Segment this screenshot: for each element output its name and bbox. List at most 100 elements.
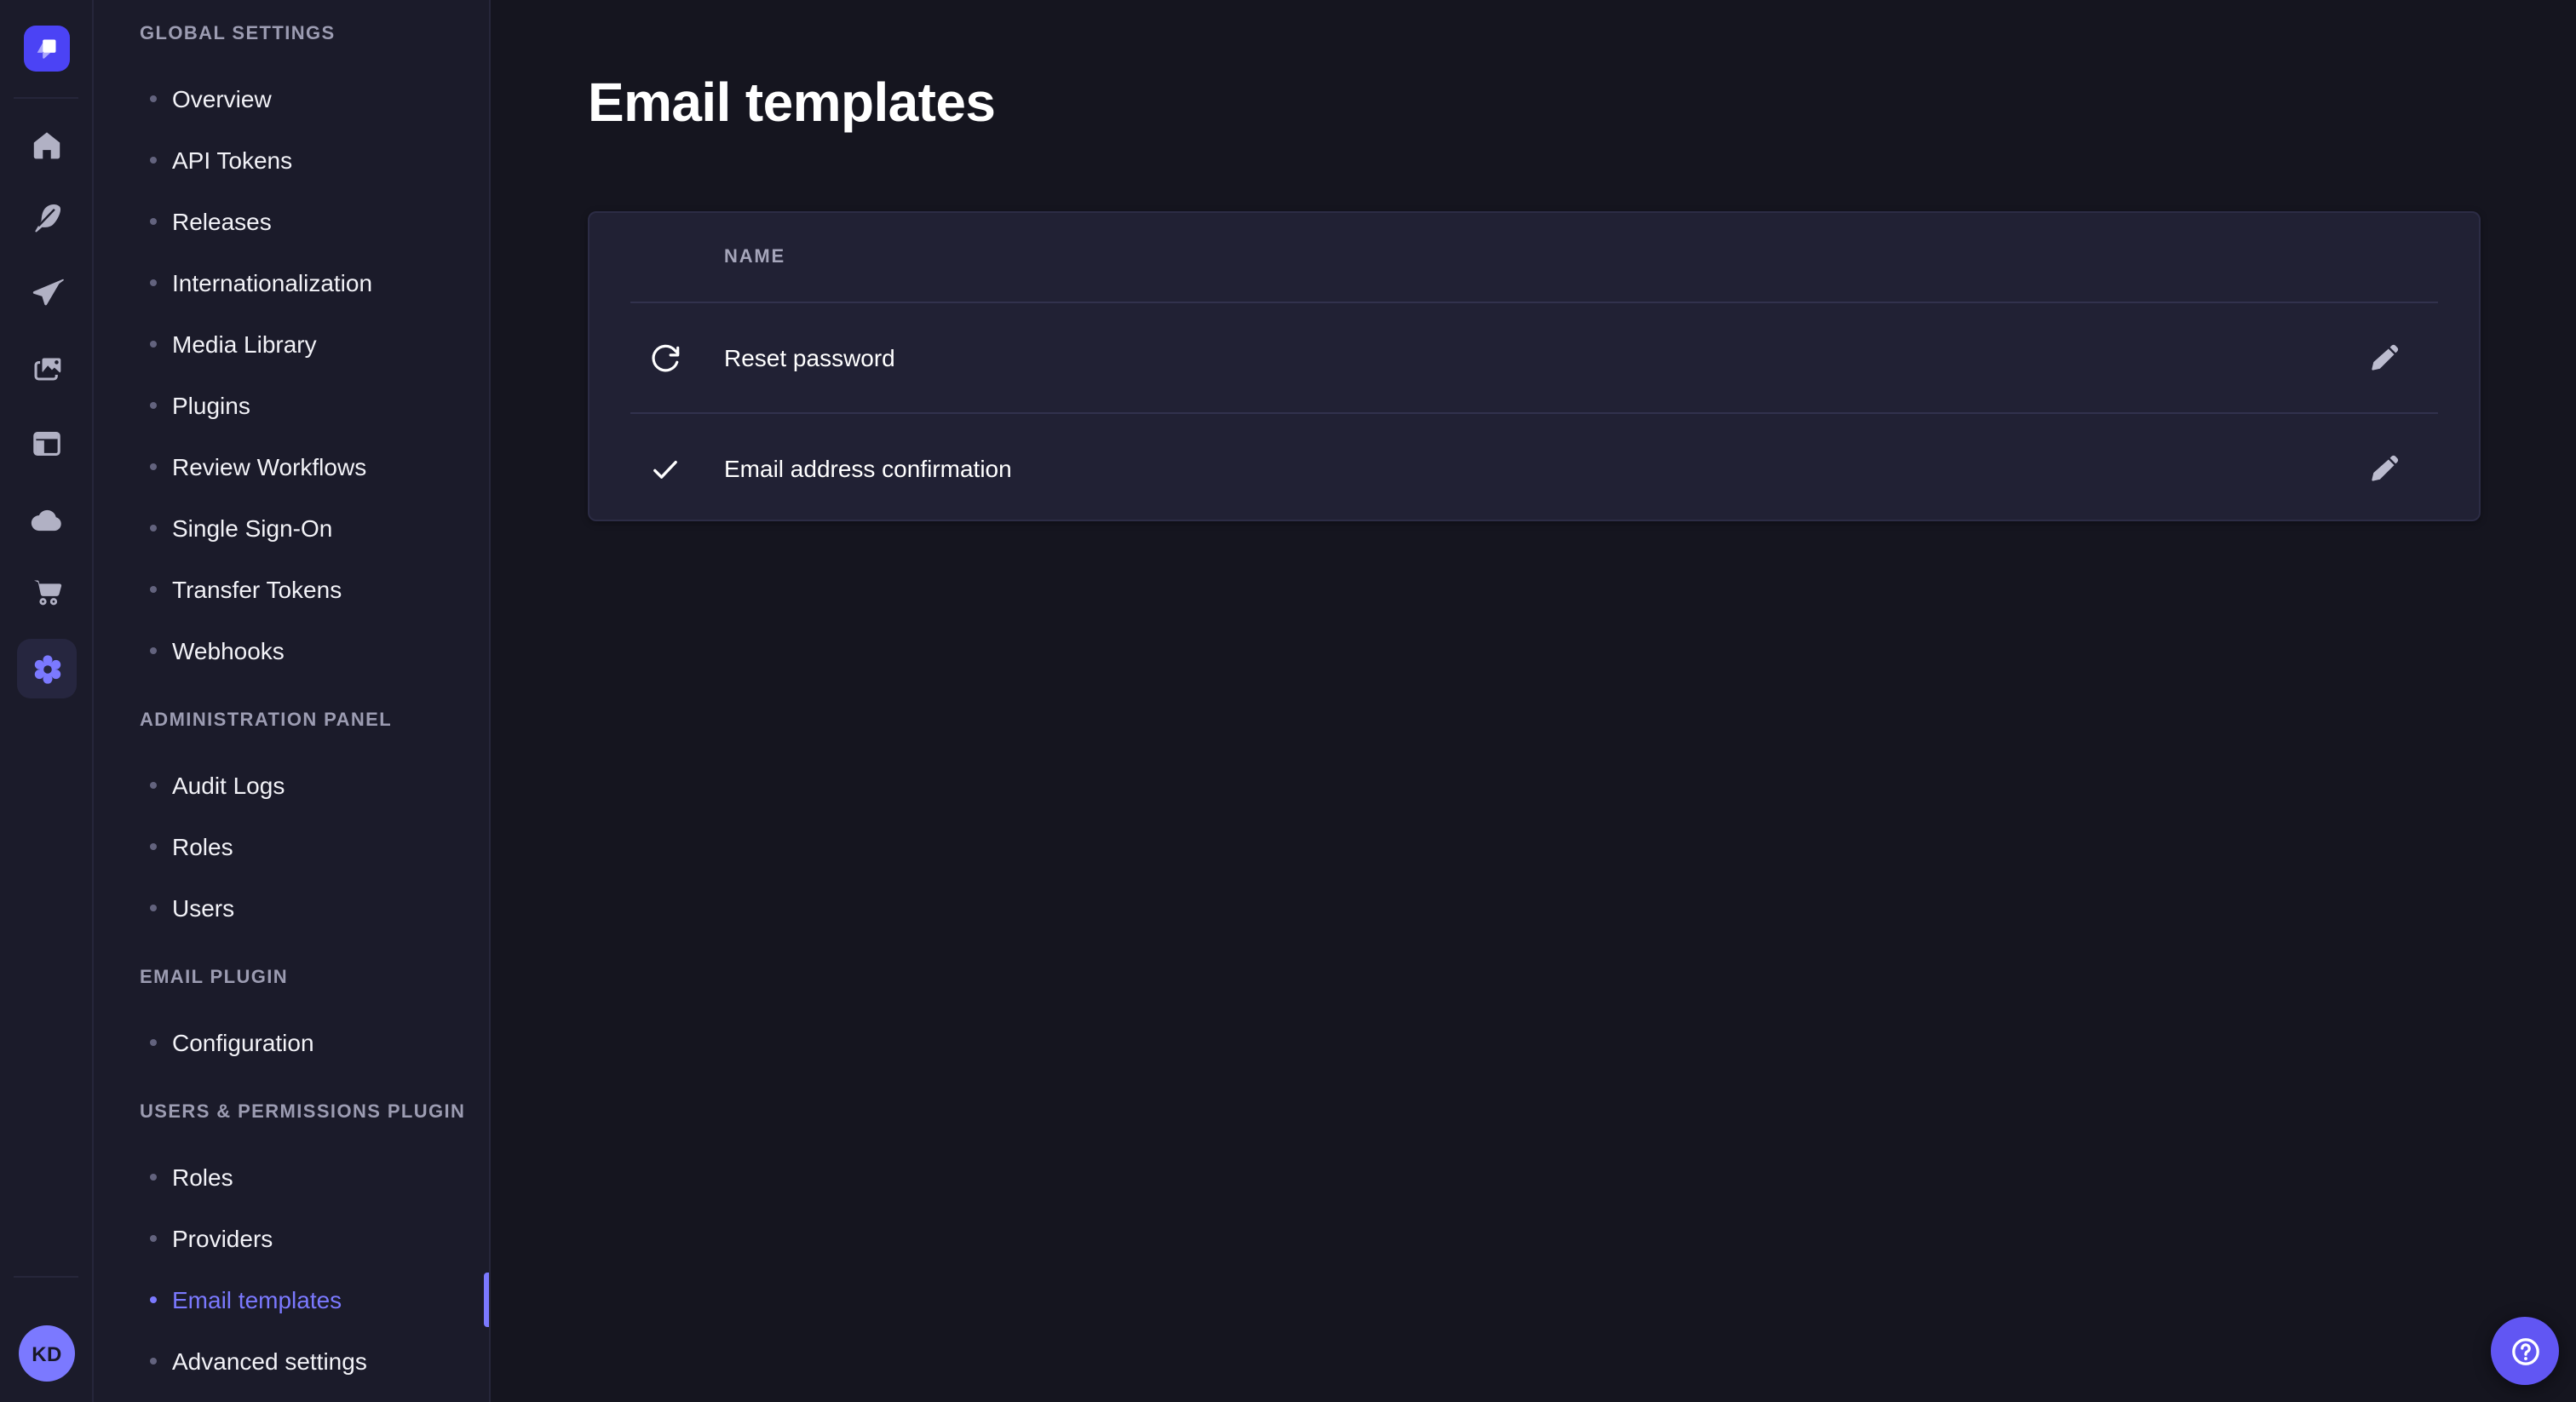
section-label: USERS & PERMISSIONS PLUGIN <box>140 1099 489 1126</box>
edit-email-confirmation-button[interactable] <box>2356 441 2411 496</box>
section-label: EMAIL PLUGIN <box>140 964 489 991</box>
sidebar-item-label: Media Library <box>172 330 317 358</box>
bullet-icon <box>150 279 157 286</box>
sidebar-item-single-sign-on[interactable]: Single Sign-On <box>94 497 489 559</box>
strapi-logo-icon <box>32 34 61 63</box>
section-administration-panel: ADMINISTRATION PANEL Audit Logs Roles Us… <box>94 707 489 939</box>
pencil-icon <box>2367 342 2400 374</box>
rail-item-releases[interactable] <box>0 271 94 315</box>
active-item-indicator <box>484 1273 489 1327</box>
paper-plane-icon <box>28 274 66 312</box>
sidebar-item-label: Webhooks <box>172 637 285 664</box>
sidebar-item-audit-logs[interactable]: Audit Logs <box>94 755 489 816</box>
rail-item-media-library[interactable] <box>0 348 94 392</box>
section-label: ADMINISTRATION PANEL <box>140 707 489 734</box>
sidebar-item-email-configuration[interactable]: Configuration <box>94 1012 489 1073</box>
bullet-icon <box>150 1235 157 1242</box>
sidebar-item-label: Review Workflows <box>172 453 366 480</box>
sidebar-item-label: Releases <box>172 208 272 235</box>
strapi-logo[interactable] <box>24 26 70 72</box>
bullet-icon <box>150 341 157 348</box>
bullet-icon <box>150 463 157 470</box>
bullet-icon <box>150 1296 157 1303</box>
sidebar-item-label: Single Sign-On <box>172 514 332 542</box>
sidebar-item-internationalization[interactable]: Internationalization <box>94 252 489 313</box>
bullet-icon <box>150 647 157 654</box>
sidebar-item-review-workflows[interactable]: Review Workflows <box>94 436 489 497</box>
rail-item-deploy[interactable] <box>0 497 94 542</box>
sidebar-item-label: Configuration <box>172 1029 314 1056</box>
settings-subnav: GLOBAL SETTINGS Overview API Tokens Rele… <box>94 0 491 1402</box>
bullet-icon <box>150 402 157 409</box>
bullet-icon <box>150 1039 157 1046</box>
template-name: Reset password <box>724 344 895 371</box>
sidebar-item-webhooks[interactable]: Webhooks <box>94 620 489 681</box>
feather-icon <box>29 200 65 236</box>
bullet-icon <box>150 157 157 164</box>
help-button[interactable] <box>2491 1317 2559 1385</box>
sidebar-item-overview[interactable]: Overview <box>94 68 489 129</box>
strapi-admin-app: KD GLOBAL SETTINGS Overview API Tokens R… <box>0 0 2576 1402</box>
section-label: GLOBAL SETTINGS <box>140 20 489 48</box>
avatar-initials: KD <box>32 1342 61 1365</box>
sidebar-item-label: Users <box>172 894 234 922</box>
page-title: Email templates <box>588 72 995 135</box>
sidebar-item-media-library[interactable]: Media Library <box>94 313 489 375</box>
check-icon <box>647 451 681 486</box>
pencil-icon <box>2367 452 2400 485</box>
cart-icon <box>28 574 66 612</box>
section-email-plugin: EMAIL PLUGIN Configuration <box>94 964 489 1073</box>
rail-divider <box>14 97 78 99</box>
sidebar-item-label: Internationalization <box>172 269 372 296</box>
sidebar-item-label: Overview <box>172 85 272 112</box>
rail-item-home[interactable] <box>0 123 94 167</box>
rail-item-settings[interactable] <box>17 639 77 698</box>
bullet-icon <box>150 525 157 531</box>
sidebar-item-label: Email templates <box>172 1286 342 1313</box>
gear-icon <box>28 650 66 687</box>
sidebar-item-admin-users[interactable]: Users <box>94 877 489 939</box>
question-circle-icon <box>2507 1333 2543 1369</box>
bullet-icon <box>150 1358 157 1365</box>
home-icon <box>29 127 65 163</box>
sidebar-item-label: Audit Logs <box>172 772 285 799</box>
sidebar-item-admin-roles[interactable]: Roles <box>94 816 489 877</box>
edit-reset-password-button[interactable] <box>2356 330 2411 385</box>
sidebar-item-email-templates[interactable]: Email templates <box>94 1269 489 1330</box>
sidebar-item-label: Roles <box>172 833 233 860</box>
section-users-permissions-plugin: USERS & PERMISSIONS PLUGIN Roles Provide… <box>94 1099 489 1392</box>
template-name: Email address confirmation <box>724 455 1012 482</box>
table-row[interactable]: Reset password <box>589 303 2479 412</box>
sidebar-item-label: Advanced settings <box>172 1347 367 1375</box>
sidebar-item-label: Providers <box>172 1225 273 1252</box>
rail-item-marketplace[interactable] <box>0 571 94 615</box>
sidebar-item-releases[interactable]: Releases <box>94 191 489 252</box>
sidebar-item-advanced-settings[interactable]: Advanced settings <box>94 1330 489 1392</box>
table-row[interactable]: Email address confirmation <box>589 414 2479 523</box>
bullet-icon <box>150 1174 157 1181</box>
sidebar-item-transfer-tokens[interactable]: Transfer Tokens <box>94 559 489 620</box>
rail-item-content-type-builder[interactable] <box>0 421 94 465</box>
bullet-icon <box>150 95 157 102</box>
layout-icon <box>29 425 65 461</box>
media-library-icon <box>28 351 66 388</box>
sidebar-item-label: Roles <box>172 1164 233 1191</box>
section-global-settings: GLOBAL SETTINGS Overview API Tokens Rele… <box>94 20 489 681</box>
bullet-icon <box>150 843 157 850</box>
rail-divider <box>14 1276 78 1278</box>
sidebar-item-api-tokens[interactable]: API Tokens <box>94 129 489 191</box>
bullet-icon <box>150 218 157 225</box>
sidebar-item-label: Transfer Tokens <box>172 576 342 603</box>
rail-item-content-manager[interactable] <box>0 196 94 240</box>
sidebar-item-label: Plugins <box>172 392 250 419</box>
sidebar-item-providers[interactable]: Providers <box>94 1208 489 1269</box>
sidebar-item-label: API Tokens <box>172 147 292 174</box>
bullet-icon <box>150 586 157 593</box>
bullet-icon <box>150 782 157 789</box>
main-nav-rail: KD <box>0 0 94 1402</box>
sidebar-item-plugins[interactable]: Plugins <box>94 375 489 436</box>
bullet-icon <box>150 905 157 911</box>
sidebar-item-up-roles[interactable]: Roles <box>94 1146 489 1208</box>
table-header-name: NAME <box>724 213 785 302</box>
user-avatar[interactable]: KD <box>19 1325 75 1382</box>
